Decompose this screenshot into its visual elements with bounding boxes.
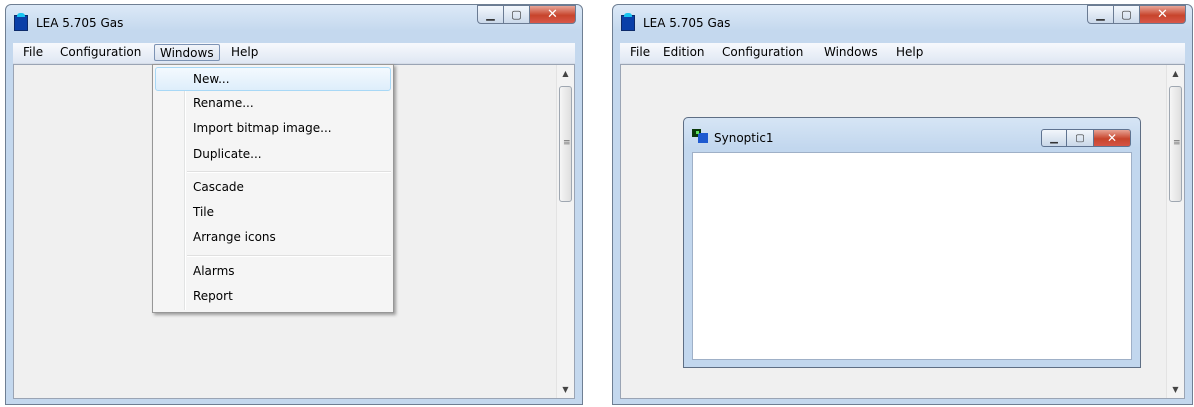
synoptic-child-window[interactable]: Synoptic1 ▁ ▢ ✕	[683, 117, 1141, 368]
app-icon[interactable]	[14, 13, 28, 31]
scroll-up-arrow-icon[interactable]: ▲	[1167, 65, 1184, 82]
child-maximize-button[interactable]: ▢	[1067, 129, 1094, 147]
minimize-button[interactable]: ▁	[477, 5, 504, 24]
grip-icon: ≡	[1173, 138, 1181, 148]
synoptic-icon	[692, 129, 710, 143]
menu-edition[interactable]: Edition	[658, 44, 710, 61]
minimize-button[interactable]: ▁	[1087, 5, 1114, 24]
menu-file[interactable]: File	[18, 44, 48, 61]
menu-windows[interactable]: Windows	[154, 44, 220, 61]
window-title: LEA 5.705 Gas	[643, 16, 731, 30]
scroll-down-arrow-icon[interactable]: ▼	[557, 381, 574, 398]
caption-buttons: ▁ ▢ ✕	[1087, 5, 1186, 25]
child-window-title: Synoptic1	[714, 131, 774, 145]
menu-item-cascade[interactable]: Cascade	[155, 175, 391, 199]
vertical-scrollbar[interactable]: ▲ ≡ ▼	[556, 65, 574, 398]
menu-windows[interactable]: Windows	[819, 44, 883, 61]
scroll-thumb[interactable]: ≡	[559, 86, 572, 202]
menu-file[interactable]: File	[625, 44, 655, 61]
app-icon[interactable]	[621, 13, 635, 31]
app-window-right: LEA 5.705 Gas ▁ ▢ ✕ File Edition Configu…	[612, 4, 1193, 405]
mdi-client-area[interactable]: Synoptic1 ▁ ▢ ✕ ▲ ≡ ▼	[620, 64, 1185, 399]
scroll-thumb[interactable]: ≡	[1169, 86, 1182, 202]
grip-icon: ≡	[563, 138, 571, 148]
maximize-button[interactable]: ▢	[1114, 5, 1140, 24]
menu-item-import-bitmap[interactable]: Import bitmap image...	[155, 116, 391, 140]
menu-item-duplicate[interactable]: Duplicate...	[155, 142, 391, 166]
menu-item-arrange-icons[interactable]: Arrange icons	[155, 225, 391, 249]
menu-help[interactable]: Help	[891, 44, 928, 61]
close-button[interactable]: ✕	[1140, 5, 1186, 24]
maximize-button[interactable]: ▢	[504, 5, 530, 24]
menu-item-report[interactable]: Report	[155, 284, 391, 308]
vertical-scrollbar[interactable]: ▲ ≡ ▼	[1166, 65, 1184, 398]
menu-item-alarms[interactable]: Alarms	[155, 259, 391, 283]
scroll-up-arrow-icon[interactable]: ▲	[557, 65, 574, 82]
scroll-down-arrow-icon[interactable]: ▼	[1167, 381, 1184, 398]
menu-item-tile[interactable]: Tile	[155, 200, 391, 224]
synoptic-canvas[interactable]	[692, 152, 1132, 360]
window-title: LEA 5.705 Gas	[36, 16, 124, 30]
close-button[interactable]: ✕	[530, 5, 576, 24]
menu-separator	[187, 171, 391, 173]
menu-item-new[interactable]: New...	[155, 67, 391, 91]
menu-item-rename[interactable]: Rename...	[155, 91, 391, 115]
title-bar[interactable]: LEA 5.705 Gas ▁ ▢ ✕	[6, 5, 582, 35]
child-close-button[interactable]: ✕	[1094, 129, 1131, 147]
menu-configuration[interactable]: Configuration	[717, 44, 808, 61]
menu-help[interactable]: Help	[226, 44, 263, 61]
child-caption-buttons: ▁ ▢ ✕	[1041, 129, 1131, 147]
menu-bar: File Edition Configuration Windows Help	[620, 43, 1185, 64]
menu-separator	[187, 255, 391, 257]
windows-dropdown-menu: New... Rename... Import bitmap image... …	[152, 64, 394, 313]
child-minimize-button[interactable]: ▁	[1041, 129, 1067, 147]
menu-bar: File Configuration Windows Help	[13, 43, 575, 64]
title-bar[interactable]: LEA 5.705 Gas ▁ ▢ ✕	[613, 5, 1192, 35]
caption-buttons: ▁ ▢ ✕	[477, 5, 576, 25]
menu-configuration[interactable]: Configuration	[55, 44, 146, 61]
